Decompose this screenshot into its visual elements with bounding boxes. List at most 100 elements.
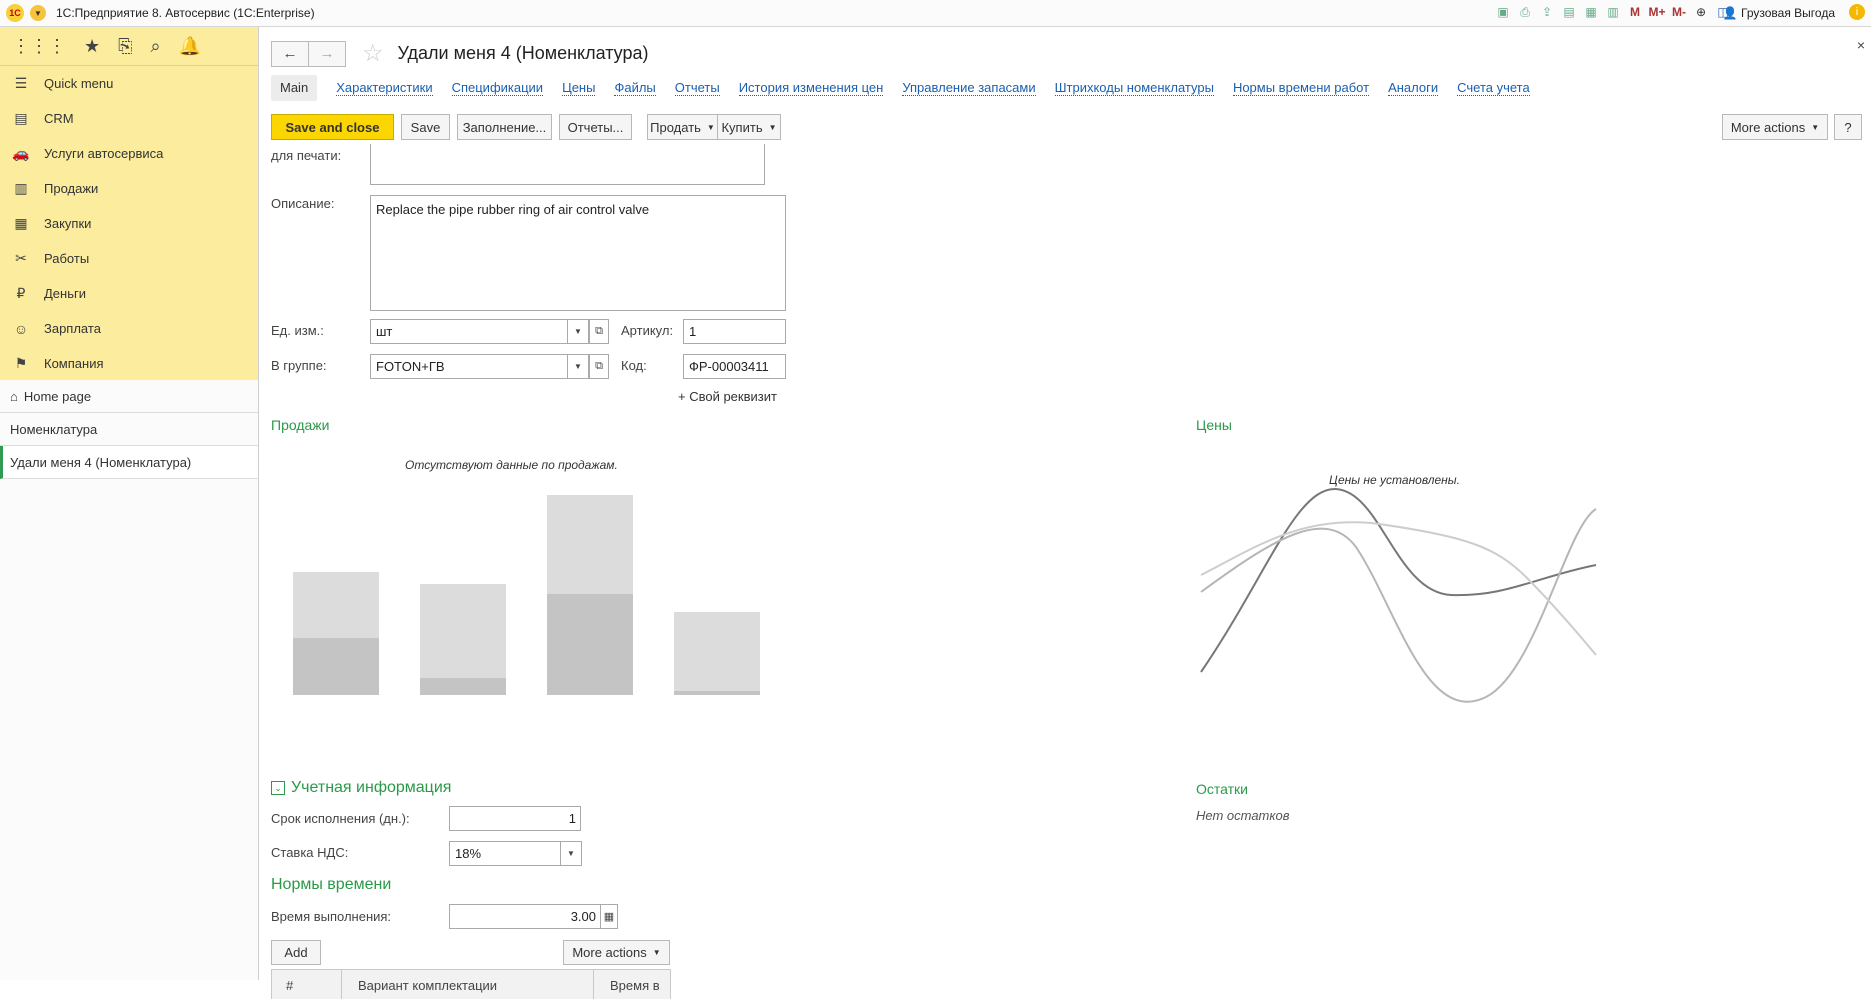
article-label: Артикул: [621, 323, 674, 338]
upload-icon[interactable]: ⇪ [1539, 4, 1555, 20]
sidebar-item-3[interactable]: ▥ Продажи [0, 171, 258, 206]
unit-open-button[interactable]: ⧉ [589, 319, 609, 344]
sidebar-item-5[interactable]: ✂ Работы [0, 241, 258, 276]
form-header: ← → ☆ Удали меня 4 (Номенклатура) [271, 39, 649, 68]
sidebar-item-8[interactable]: ⚑ Компания [0, 346, 258, 381]
current-user[interactable]: 👤 Грузовая Выгода [1723, 6, 1835, 20]
search-icon[interactable]: ⌕ [151, 36, 161, 57]
group-field[interactable]: FOTON+ГВ [370, 354, 568, 379]
printer-icon[interactable]: ▤ [1561, 4, 1577, 20]
sidebar-item-1[interactable]: ▤ CRM [0, 101, 258, 136]
vat-field[interactable]: 18% [449, 841, 561, 866]
crm-icon: ▤ [14, 110, 28, 126]
tab-1[interactable]: Характеристики [336, 80, 433, 96]
help-button[interactable]: ? [1834, 114, 1862, 140]
tab-2[interactable]: Спецификации [451, 80, 544, 96]
print-name-field[interactable] [370, 144, 765, 185]
tab-8[interactable]: Штрихкоды номенклатуры [1054, 80, 1214, 96]
sidebar-item-7[interactable]: ☺ Зарплата [0, 311, 258, 346]
table-header-number[interactable]: # [272, 970, 342, 999]
favorites-star-icon[interactable]: ★ [84, 36, 100, 57]
info-icon[interactable]: i [1849, 4, 1865, 20]
tab-6[interactable]: История изменения цен [738, 80, 884, 96]
tab-9[interactable]: Нормы времени работ [1232, 80, 1370, 96]
table-header-time[interactable]: Время в [594, 970, 670, 999]
reports-button[interactable]: Отчеты... [559, 114, 632, 140]
vat-dropdown-button[interactable]: ▼ [560, 841, 582, 866]
norms-more-actions-button[interactable]: More actions ▼ [563, 940, 670, 965]
article-value: 1 [689, 324, 697, 339]
save-icon[interactable]: ▣ [1495, 4, 1511, 20]
tab-3[interactable]: Цены [562, 80, 596, 96]
tab-5[interactable]: Отчеты [674, 80, 720, 96]
print-icon[interactable]: ⎙ [1517, 4, 1533, 20]
group-dropdown-button[interactable]: ▼ [567, 354, 589, 379]
sidebar-item-label: Услуги автосервиса [44, 146, 164, 161]
article-field[interactable]: 1 [683, 319, 786, 344]
unit-field[interactable]: шт [370, 319, 568, 344]
time-calculator-button[interactable]: ▦ [600, 904, 618, 929]
description-field[interactable]: Replace the pipe rubber ring of air cont… [370, 195, 786, 311]
bell-icon[interactable]: 🔔 [179, 36, 201, 57]
price-line-light [1200, 521, 1597, 656]
flag-icon: ⚑ [14, 355, 28, 371]
sidebar-item-label: Закупки [44, 216, 92, 231]
table-header-variant[interactable]: Вариант комплектации [342, 970, 594, 999]
memory-plus-icon[interactable]: M+ [1649, 4, 1666, 20]
button-label: More actions [572, 945, 647, 960]
apps-grid-icon[interactable]: ⋮⋮⋮ [12, 36, 66, 57]
tab-7[interactable]: Управление запасами [902, 80, 1036, 96]
sidebar-item-6[interactable]: ₽ Деньги [0, 276, 258, 311]
save-button[interactable]: Save [401, 114, 450, 140]
toolbar-icons: ▣ ⎙ ⇪ ▤ ▦ ▥ M M+ M- ⊕ ◫ [1495, 4, 1731, 20]
memory-minus-icon[interactable]: M- [1671, 4, 1687, 20]
term-label: Срок исполнения (дн.): [271, 811, 410, 826]
sidebar-item-4[interactable]: ▦ Закупки [0, 206, 258, 241]
zoom-icon[interactable]: ⊕ [1693, 4, 1709, 20]
window-title: 1С:Предприятие 8. Автосервис (1С:Enterpr… [56, 6, 315, 20]
sidebar-item-0[interactable]: ☰ Quick menu [0, 66, 258, 101]
group-value: FOTON+ГВ [376, 359, 445, 374]
unit-label: Ед. изм.: [271, 323, 324, 338]
forward-button[interactable]: → [309, 40, 346, 67]
open-item-home[interactable]: ⌂ Home page [0, 380, 258, 413]
open-item-current-form[interactable]: Удали меня 4 (Номенклатура) [0, 446, 258, 479]
home-icon: ⌂ [10, 388, 18, 404]
add-norm-button[interactable]: Add [271, 940, 321, 965]
back-button[interactable]: ← [271, 40, 309, 67]
sell-button[interactable]: Продать ▼ [647, 114, 718, 140]
tab-11[interactable]: Счета учета [1457, 80, 1530, 96]
tab-0[interactable]: Main [271, 75, 318, 101]
close-form-icon[interactable]: × [1857, 37, 1865, 53]
unit-dropdown-button[interactable]: ▼ [567, 319, 589, 344]
open-item-nomenclature[interactable]: Номенклатура [0, 413, 258, 446]
term-field[interactable]: 1 [449, 806, 581, 831]
memory-m-icon[interactable]: M [1627, 4, 1643, 20]
fill-button[interactable]: Заполнение... [457, 114, 552, 140]
time-field[interactable]: 3.00 [449, 904, 601, 929]
sidebar-item-2[interactable]: 🚗 Услуги автосервиса [0, 136, 258, 171]
window-titlebar: 1С ▼ 1С:Предприятие 8. Автосервис (1С:En… [0, 0, 1871, 27]
calendar-icon[interactable]: ▥ [1605, 4, 1621, 20]
custom-attribute-link[interactable]: + Свой реквизит [678, 389, 777, 404]
calculator-icon[interactable]: ▦ [1583, 4, 1599, 20]
code-field[interactable]: ФР-00003411 [683, 354, 786, 379]
group-open-button[interactable]: ⧉ [589, 354, 609, 379]
button-label: Save and close [285, 119, 380, 135]
save-and-close-button[interactable]: Save and close [271, 114, 394, 140]
bar-2-top [420, 584, 506, 678]
people-icon: ☺ [13, 320, 29, 337]
tab-4[interactable]: Файлы [614, 80, 656, 96]
time-value: 3.00 [570, 909, 596, 924]
accounting-collapse-toggle[interactable]: ⌄ [271, 781, 285, 795]
history-icon[interactable]: ⎘ [118, 36, 132, 57]
tab-10[interactable]: Аналоги [1388, 80, 1439, 96]
vat-label: Ставка НДС: [271, 845, 349, 860]
favorite-star-icon[interactable]: ☆ [362, 39, 384, 68]
prices-placeholder-chart [1200, 487, 1597, 703]
more-actions-button[interactable]: More actions ▼ [1722, 114, 1828, 140]
buy-button[interactable]: Купить ▼ [717, 114, 781, 140]
button-label: Купить [721, 119, 763, 135]
button-label: Add [284, 945, 308, 960]
main-menu-icon[interactable]: ▼ [30, 5, 46, 21]
